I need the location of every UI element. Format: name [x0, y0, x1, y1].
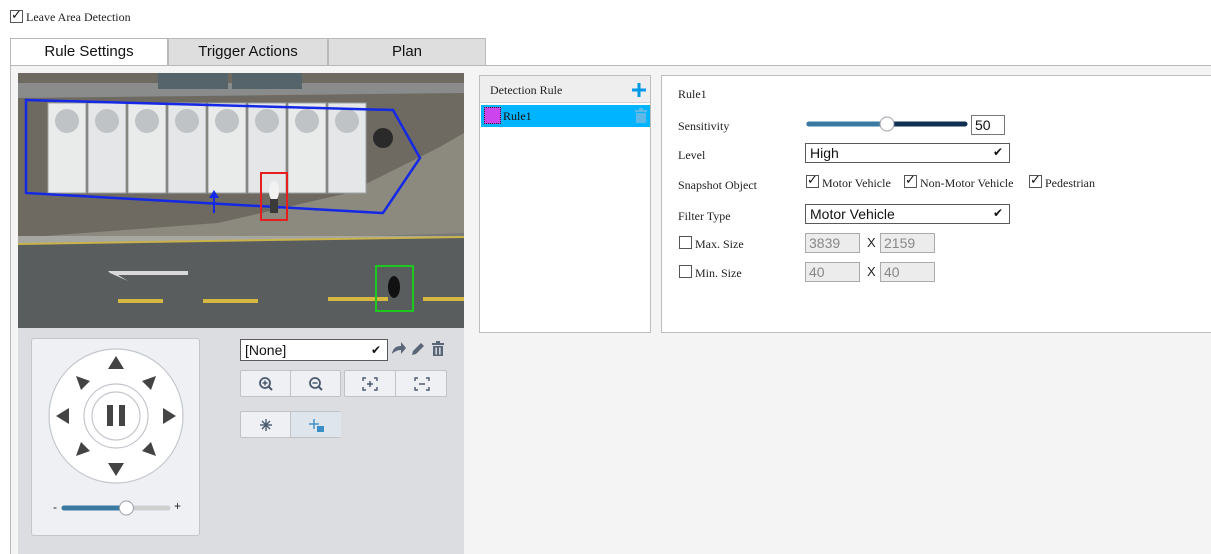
sensitivity-label: Sensitivity — [678, 119, 730, 133]
delete-preset-icon[interactable] — [430, 339, 446, 359]
ac-units — [47, 102, 393, 194]
detection-rule-list: Detection Rule Rule1 — [479, 75, 651, 333]
goto-preset-icon[interactable] — [391, 339, 407, 359]
focus-near-icon — [362, 377, 378, 391]
max-size-label: Max. Size — [695, 237, 744, 251]
chevron-down-icon: ✔ — [992, 206, 1003, 220]
min-size-width-input[interactable]: 40 — [805, 262, 860, 282]
level-select-value: High — [810, 145, 839, 161]
snapshot-object-label: Snapshot Object — [678, 178, 757, 192]
level-label: Level — [678, 148, 706, 162]
zoom-in-button[interactable] — [241, 371, 291, 396]
wiper-icon — [309, 419, 324, 432]
filter-type-select-value: Motor Vehicle — [810, 206, 895, 222]
rule-color-swatch — [484, 107, 501, 124]
filter-type-label: Filter Type — [678, 209, 731, 223]
edit-preset-icon[interactable] — [410, 339, 426, 359]
max-size-height-input[interactable]: 2159 — [880, 233, 935, 253]
ptz-joystick-panel: - + — [31, 338, 200, 536]
snapshot-motor-vehicle-label: Motor Vehicle — [822, 176, 891, 190]
focus-far-icon — [413, 377, 430, 391]
max-size-separator: X — [867, 235, 876, 250]
focus-far-button[interactable] — [396, 371, 447, 396]
delete-rule-icon[interactable] — [634, 108, 648, 124]
sensitivity-slider[interactable] — [805, 114, 970, 134]
sensitivity-slider-thumb[interactable] — [879, 116, 895, 132]
zoom-out-button[interactable] — [291, 371, 341, 396]
iris-button[interactable] — [241, 412, 291, 437]
iris-icon — [259, 419, 272, 431]
rule-settings-form: Rule1 Sensitivity 50 Level High ✔ Snapsh… — [661, 75, 1211, 333]
leave-area-detection-checkbox[interactable] — [10, 8, 23, 23]
tab-plan[interactable]: Plan — [328, 38, 486, 65]
wiper-button[interactable] — [291, 412, 341, 437]
preset-select-value: [None] — [245, 342, 287, 358]
scene-illustration — [18, 73, 464, 328]
preset-select[interactable]: [None] ✔ — [240, 339, 388, 361]
chevron-down-icon: ✔ — [370, 343, 381, 357]
focus-button-group — [344, 370, 447, 397]
zoom-slider-thumb[interactable] — [118, 500, 134, 516]
detection-rule-title: Detection Rule — [490, 83, 563, 97]
tab-trigger-actions[interactable]: Trigger Actions — [168, 38, 328, 65]
max-size-width-input[interactable]: 3839 — [805, 233, 860, 253]
add-rule-icon[interactable] — [632, 83, 646, 97]
zoom-button-group — [240, 370, 341, 397]
rule-title: Rule1 — [678, 87, 707, 101]
rule-list-item[interactable]: Rule1 — [481, 105, 650, 127]
tab-rule-settings[interactable]: Rule Settings — [10, 38, 168, 66]
detection-rule-header: Detection Rule — [480, 76, 650, 103]
sensitivity-input[interactable]: 50 — [971, 115, 1005, 135]
snapshot-pedestrian-checkbox[interactable] — [1029, 173, 1042, 188]
zoom-out-icon — [309, 377, 323, 391]
snapshot-non-motor-vehicle-label: Non-Motor Vehicle — [920, 176, 1014, 190]
snapshot-non-motor-vehicle-checkbox[interactable] — [904, 173, 917, 188]
min-size-checkbox[interactable] — [679, 265, 692, 278]
zoom-in-icon — [258, 377, 273, 391]
snapshot-motor-vehicle-checkbox[interactable] — [806, 173, 819, 188]
snapshot-pedestrian-label: Pedestrian — [1045, 176, 1095, 190]
min-size-label: Min. Size — [695, 266, 742, 280]
chevron-down-icon: ✔ — [992, 145, 1003, 159]
live-video-view[interactable] — [18, 73, 464, 328]
zoom-plus-label: + — [174, 499, 182, 513]
focus-near-button[interactable] — [345, 371, 396, 396]
zoom-minus-label: - — [53, 500, 57, 514]
max-size-checkbox[interactable] — [679, 236, 692, 249]
min-size-separator: X — [867, 264, 876, 279]
aux-button-group — [240, 411, 341, 438]
rule-list-item-label: Rule1 — [503, 109, 532, 123]
min-size-height-input[interactable]: 40 — [880, 262, 935, 282]
leave-area-detection-label: Leave Area Detection — [26, 10, 131, 24]
filter-type-select[interactable]: Motor Vehicle ✔ — [805, 204, 1010, 224]
level-select[interactable]: High ✔ — [805, 143, 1010, 163]
